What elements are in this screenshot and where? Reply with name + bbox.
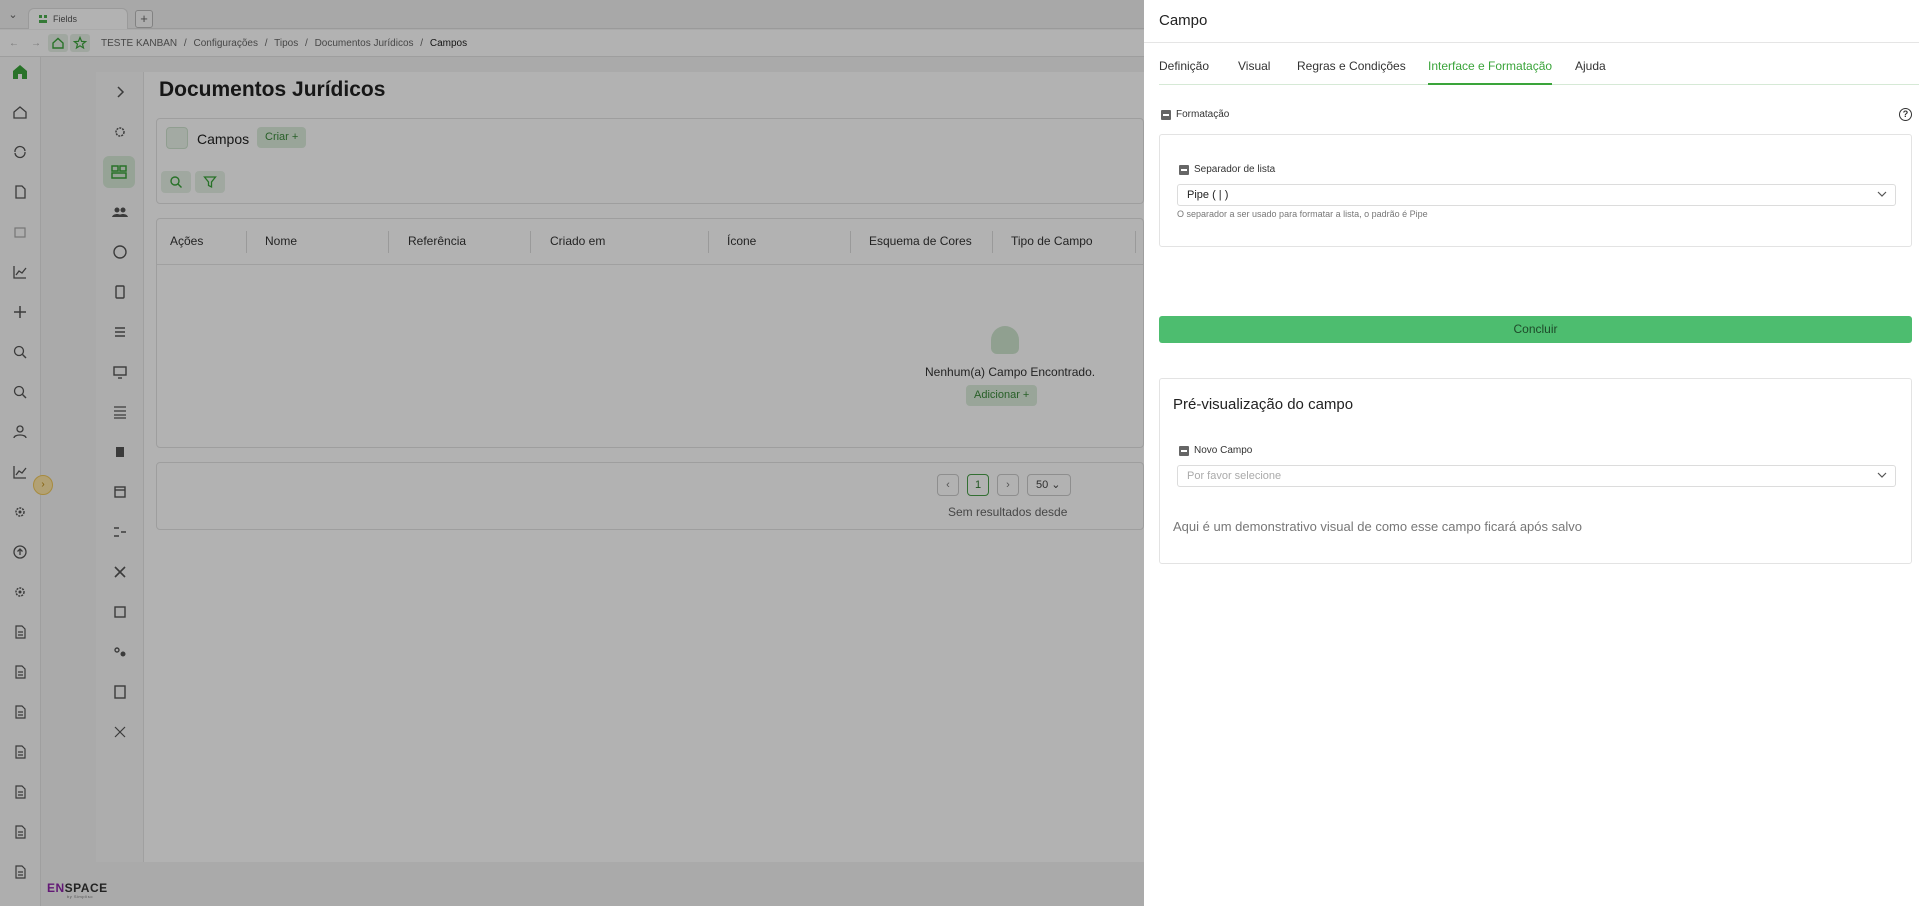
- preview-note: Aqui é um demonstrativo visual de como e…: [1173, 519, 1582, 534]
- tab-help[interactable]: Ajuda: [1575, 59, 1606, 85]
- tab-visual[interactable]: Visual: [1238, 59, 1270, 85]
- chevron-down-icon: [1877, 191, 1887, 197]
- formatting-section-label: Formatação: [1176, 109, 1230, 120]
- chevron-down-icon: [1877, 472, 1887, 478]
- panel-divider: [1144, 42, 1919, 43]
- field-editor-panel: Campo Definição Visual Regras e Condiçõe…: [1144, 0, 1919, 906]
- list-separator-value: Pipe ( | ): [1187, 189, 1229, 201]
- preview-select[interactable]: Por favor selecione: [1177, 465, 1896, 487]
- collapse-preview-field-toggle[interactable]: [1179, 446, 1189, 456]
- panel-tabs: Definição Visual Regras e Condições Inte…: [1159, 59, 1919, 85]
- formatting-card: Separador de lista Pipe ( | ) O separado…: [1159, 134, 1912, 247]
- field-preview-card: Pré-visualização do campo Novo Campo Por…: [1159, 378, 1912, 564]
- help-icon[interactable]: ?: [1899, 108, 1912, 121]
- tab-definition[interactable]: Definição: [1159, 59, 1209, 85]
- preview-title: Pré-visualização do campo: [1173, 396, 1354, 413]
- separator-hint: O separador a ser usado para formatar a …: [1177, 209, 1428, 219]
- tab-interface-formatting[interactable]: Interface e Formatação: [1428, 59, 1553, 85]
- panel-title: Campo: [1159, 12, 1208, 29]
- collapse-formatting-toggle[interactable]: [1161, 110, 1171, 120]
- done-button[interactable]: Concluir: [1159, 316, 1912, 343]
- list-separator-select[interactable]: Pipe ( | ): [1177, 184, 1896, 206]
- preview-select-placeholder: Por favor selecione: [1187, 470, 1282, 482]
- separator-label: Separador de lista: [1194, 164, 1276, 175]
- preview-field-label: Novo Campo: [1194, 445, 1253, 456]
- tab-rules[interactable]: Regras e Condições: [1297, 59, 1406, 85]
- collapse-separator-toggle[interactable]: [1179, 165, 1189, 175]
- modal-backdrop[interactable]: [0, 0, 1144, 906]
